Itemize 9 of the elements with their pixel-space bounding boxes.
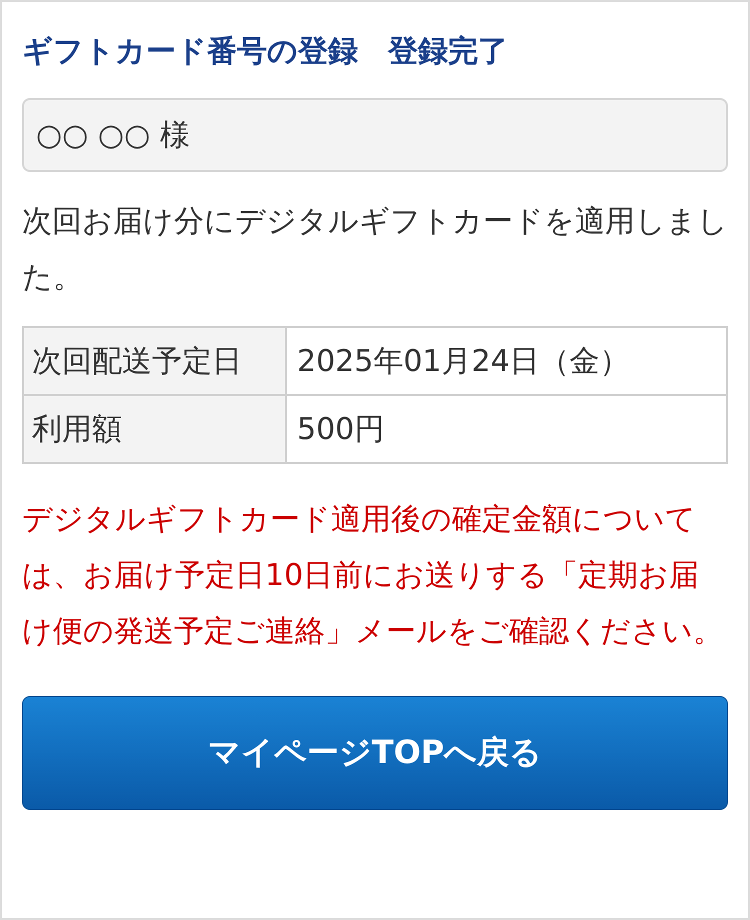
table-cell: 2025年01月24日（金） xyxy=(286,327,727,395)
confirmation-message: 次回お届け分にデジタルギフトカードを適用しました。 xyxy=(22,203,728,297)
customer-name: ○○ ○○ 様 xyxy=(22,98,728,172)
table-cell: 500円 xyxy=(286,395,727,463)
page-title: ギフトカード番号の登録 登録完了 xyxy=(22,33,509,71)
notice-text: デジタルギフトカード適用後の確定金額については、お届け予定日10日前にお送りする「定期お届け便の発送予定ご連絡」メールをご確認ください。 xyxy=(22,501,724,651)
table-header-cell: 利用額 xyxy=(23,395,286,463)
mypage-top-button[interactable]: マイページTOPへ戻る xyxy=(22,696,728,810)
table-header-cell: 次回配送予定日 xyxy=(23,327,286,395)
